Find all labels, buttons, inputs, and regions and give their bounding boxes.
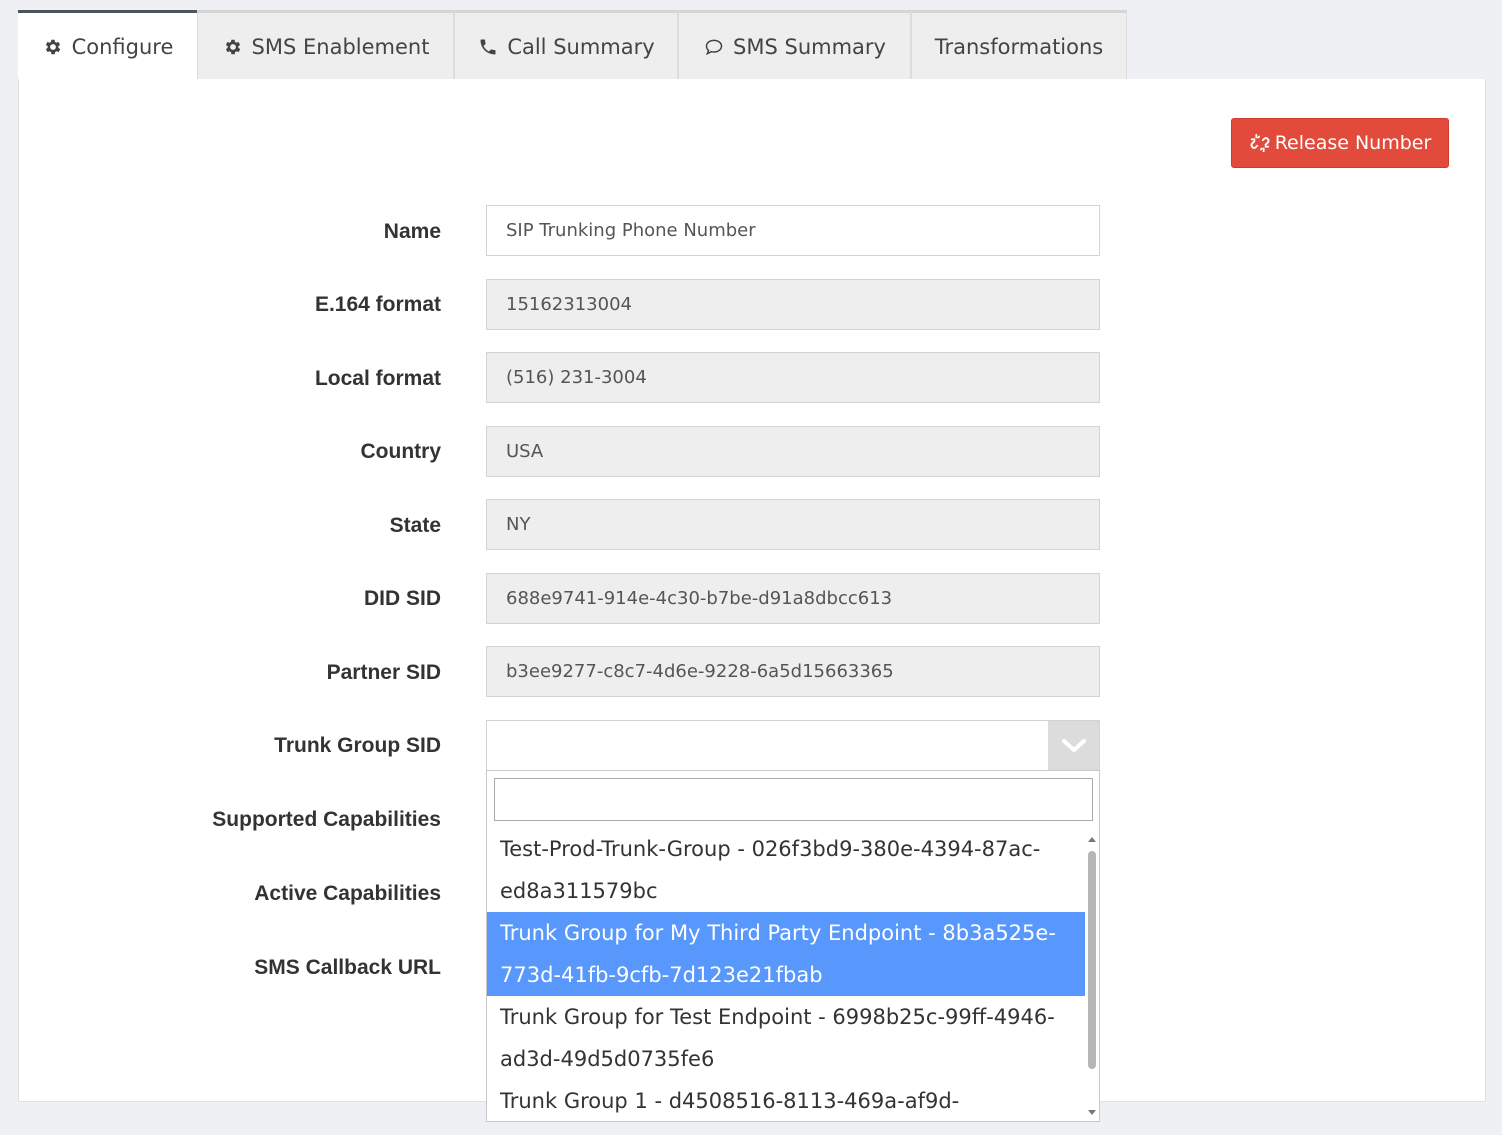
tab-label: Call Summary xyxy=(507,34,655,59)
did-sid-value: 688e9741-914e-4c30-b7be-d91a8dbcc613 xyxy=(506,588,893,609)
trunk-group-sid-label: Trunk Group SID xyxy=(274,734,441,757)
local-format-value: (516) 231-3004 xyxy=(506,367,647,388)
dropdown-search-input[interactable] xyxy=(494,778,1093,821)
dropdown-options: Test-Prod-Trunk-Group - 026f3bd9-380e-43… xyxy=(487,828,1085,1121)
tab-sms-enablement[interactable]: SMS Enablement xyxy=(197,10,454,80)
option-line: 773d-41fb-9cfb-7d123e21fbab xyxy=(500,963,823,987)
option-line: Trunk Group for Test Endpoint - 6998b25c… xyxy=(500,1005,1055,1029)
scroll-up-arrow-icon[interactable] xyxy=(1088,837,1096,842)
name-label: Name xyxy=(383,220,441,243)
country-field: USA xyxy=(486,426,1100,477)
option-line: ed8a311579bc xyxy=(500,879,658,903)
state-value: NY xyxy=(506,514,531,535)
tab-label: Transformations xyxy=(934,34,1104,59)
partner-sid-value: b3ee9277-c8c7-4d6e-9228-6a5d15663365 xyxy=(506,661,894,682)
phone-icon xyxy=(477,36,499,58)
dropdown-option-selected[interactable]: Trunk Group for My Third Party Endpoint … xyxy=(487,912,1085,996)
dropdown-option[interactable]: Trunk Group 1 - d4508516-8113-469a-af9d- xyxy=(487,1080,1085,1121)
sms-callback-url-label: SMS Callback URL xyxy=(254,956,441,979)
tab-call-summary[interactable]: Call Summary xyxy=(454,10,678,80)
scrollbar-thumb[interactable] xyxy=(1088,851,1096,1069)
chat-bubble-icon xyxy=(703,36,725,58)
tab-bar: Configure SMS Enablement Call Summary SM… xyxy=(18,10,1127,80)
did-sid-label: DID SID xyxy=(363,587,441,610)
select-toggle[interactable] xyxy=(1048,721,1099,770)
option-line: ad3d-49d5d0735fe6 xyxy=(500,1047,715,1071)
gear-icon xyxy=(42,36,64,58)
partner-sid-field: b3ee9277-c8c7-4d6e-9228-6a5d15663365 xyxy=(486,646,1100,697)
dropdown-option[interactable]: Test-Prod-Trunk-Group - 026f3bd9-380e-43… xyxy=(487,828,1085,912)
release-number-button[interactable]: Release Number xyxy=(1231,118,1449,168)
name-input[interactable]: SIP Trunking Phone Number xyxy=(486,205,1100,256)
tab-configure[interactable]: Configure xyxy=(18,10,197,80)
supported-capabilities-label: Supported Capabilities xyxy=(212,808,441,831)
option-line: Trunk Group for My Third Party Endpoint … xyxy=(500,921,1056,945)
option-line: Trunk Group 1 - d4508516-8113-469a-af9d- xyxy=(500,1089,960,1113)
tab-sms-summary[interactable]: SMS Summary xyxy=(678,10,911,80)
tab-transformations[interactable]: Transformations xyxy=(911,10,1127,80)
dropdown-option[interactable]: Trunk Group for Test Endpoint - 6998b25c… xyxy=(487,996,1085,1080)
e164-label: E.164 format xyxy=(314,293,441,316)
trunk-group-dropdown: Test-Prod-Trunk-Group - 026f3bd9-380e-43… xyxy=(486,770,1100,1122)
country-value: USA xyxy=(506,441,544,462)
release-number-label: Release Number xyxy=(1274,132,1432,154)
did-sid-field: 688e9741-914e-4c30-b7be-d91a8dbcc613 xyxy=(486,573,1100,624)
trunk-group-select[interactable] xyxy=(486,720,1100,771)
state-label: State xyxy=(389,514,441,537)
dropdown-scrollbar[interactable] xyxy=(1087,833,1097,1119)
name-value: SIP Trunking Phone Number xyxy=(506,220,756,241)
active-capabilities-label: Active Capabilities xyxy=(254,882,441,905)
tab-label: SMS Summary xyxy=(733,34,886,59)
option-line: Test-Prod-Trunk-Group - 026f3bd9-380e-43… xyxy=(500,837,1041,861)
e164-value: 15162313004 xyxy=(506,294,632,315)
local-format-field: (516) 231-3004 xyxy=(486,352,1100,403)
scroll-down-arrow-icon[interactable] xyxy=(1088,1110,1096,1115)
state-field: NY xyxy=(486,499,1100,550)
gear-icon xyxy=(222,36,244,58)
unlink-icon xyxy=(1249,132,1271,154)
tab-label: SMS Enablement xyxy=(251,34,430,59)
partner-sid-label: Partner SID xyxy=(326,661,441,684)
chevron-down-icon xyxy=(1061,738,1087,754)
tab-label: Configure xyxy=(71,34,174,59)
local-format-label: Local format xyxy=(314,367,441,390)
e164-field: 15162313004 xyxy=(486,279,1100,330)
country-label: Country xyxy=(360,440,442,463)
